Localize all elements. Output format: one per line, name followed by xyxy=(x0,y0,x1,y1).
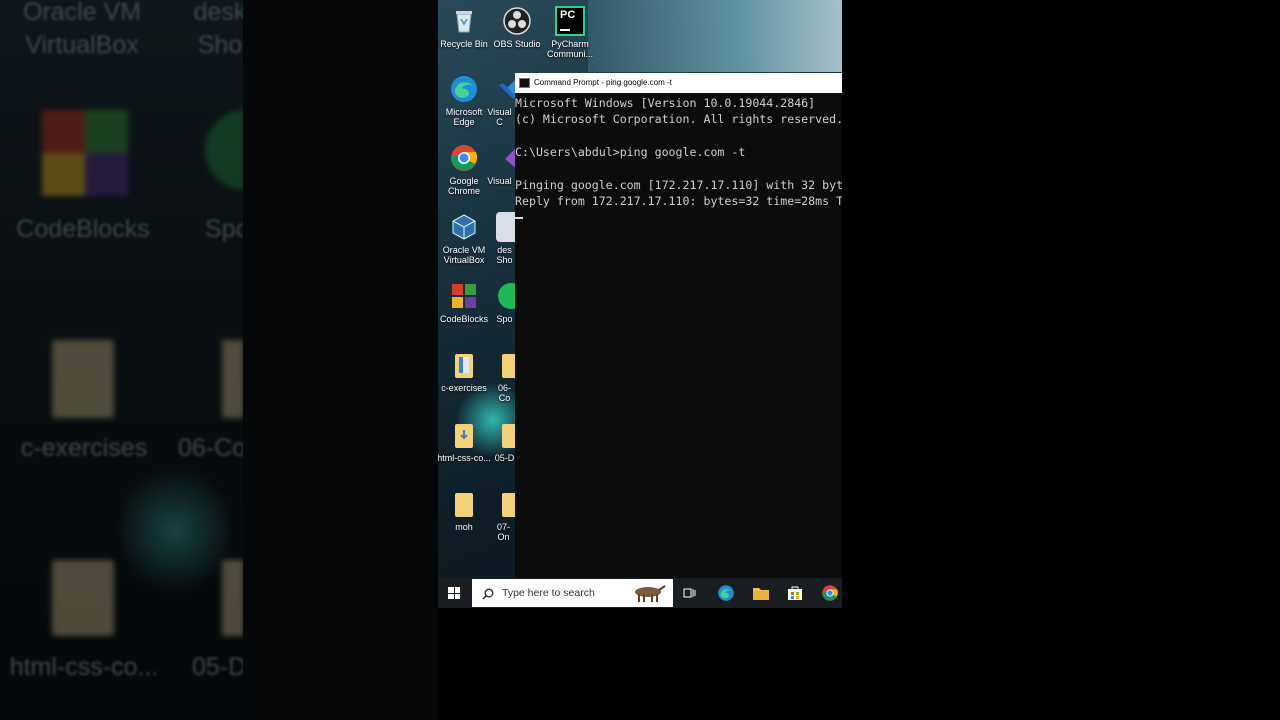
icon-label: Visual C xyxy=(487,107,512,127)
taskbar-file-explorer[interactable] xyxy=(750,582,772,604)
search-highlight-icon xyxy=(629,582,667,604)
taskbar-edge[interactable] xyxy=(715,582,737,604)
obs-studio-icon xyxy=(502,6,532,36)
icon-label: OBS Studio xyxy=(493,39,541,49)
codeblocks-icon xyxy=(449,281,479,311)
desktop-icon-desktop-shortcut[interactable]: des Sho xyxy=(484,212,515,265)
pycharm-icon: PC xyxy=(555,6,585,36)
cmd-app-icon xyxy=(519,77,530,88)
blurred-background-right xyxy=(842,0,1280,720)
search-input[interactable] xyxy=(502,587,632,599)
icon-label: 05-D xyxy=(494,453,515,463)
desktop-icon-visual-studio-code-1[interactable]: Visual C xyxy=(484,74,515,127)
icon-label: Recycle Bin xyxy=(440,39,488,49)
console-line: (c) Microsoft Corporation. All rights re… xyxy=(515,112,842,127)
pycharm-logo-text: PC xyxy=(560,9,576,21)
taskbar xyxy=(438,578,842,608)
vscode-icon xyxy=(496,74,515,104)
folder-icon xyxy=(753,588,769,600)
chrome-icon xyxy=(449,143,479,173)
icon-label: Visual xyxy=(487,176,512,186)
cmd-title-text: Command Prompt - ping google.com -t xyxy=(534,78,672,87)
folder-icon xyxy=(449,420,479,450)
icon-label: des Sho xyxy=(496,245,513,265)
edge-icon xyxy=(718,585,734,601)
console-line: Microsoft Windows [Version 10.0.19044.28… xyxy=(515,96,816,110)
folder-icon xyxy=(496,420,515,450)
start-button[interactable] xyxy=(438,578,470,608)
chrome-icon xyxy=(822,585,838,601)
icon-label: PyCharm Communi... xyxy=(546,39,593,59)
desktop-icon-06-folder[interactable]: 06-Co xyxy=(484,350,515,403)
blurred-background-left: Oracle VM VirtualBox desk Sho CodeBlocks… xyxy=(0,0,438,720)
folder-icon xyxy=(496,489,515,519)
folder-icon xyxy=(449,350,479,380)
console-line: Pinging google.com [172.217.17.110] with… xyxy=(515,178,842,193)
spotify-icon xyxy=(496,281,515,311)
recycle-bin-icon xyxy=(449,6,479,36)
desktop-icon-pycharm[interactable]: PC PyCharm Communi... xyxy=(543,6,597,59)
desktop-icon-recycle-bin[interactable]: Recycle Bin xyxy=(438,6,491,49)
edge-icon xyxy=(449,74,479,104)
cmd-title-bar[interactable]: Command Prompt - ping google.com -t xyxy=(515,73,842,93)
folder-icon xyxy=(496,350,515,380)
shortcut-icon xyxy=(496,212,515,242)
console-line: C:\Users\abdul>ping google.com -t xyxy=(515,145,746,160)
visual-studio-icon xyxy=(496,143,515,173)
desktop-screen: Recycle Bin OBS Studio PC PyCharm Commun… xyxy=(438,0,842,720)
text-cursor xyxy=(515,217,523,220)
desktop-icon-spotify[interactable]: Spo xyxy=(484,281,515,324)
command-prompt-window[interactable]: Command Prompt - ping google.com -t Micr… xyxy=(515,73,842,578)
taskbar-chrome[interactable] xyxy=(819,582,841,604)
virtualbox-icon xyxy=(449,212,479,242)
icon-label: Spo xyxy=(496,314,513,324)
console-line: Reply from 172.217.17.110: bytes=32 time… xyxy=(515,194,842,209)
windows-logo-icon xyxy=(448,587,460,599)
task-view-button[interactable] xyxy=(679,582,701,604)
icon-label: 06-Co xyxy=(497,383,511,403)
desktop-icon-05-folder[interactable]: 05-D xyxy=(484,420,515,463)
desktop-icon-07-folder[interactable]: 07-On xyxy=(484,489,515,542)
wallpaper-highlight xyxy=(588,0,842,72)
cmd-console-output[interactable]: Microsoft Windows [Version 10.0.19044.28… xyxy=(515,93,842,226)
store-icon xyxy=(788,586,802,600)
icon-label: 07-On xyxy=(496,522,510,542)
console-cursor-line xyxy=(515,210,842,226)
taskbar-search-box[interactable] xyxy=(472,579,673,607)
desktop-icon-visual-studio-code-2[interactable]: Visual xyxy=(484,143,515,186)
search-icon xyxy=(482,587,494,600)
desktop-icon-obs-studio[interactable]: OBS Studio xyxy=(490,6,544,49)
folder-icon xyxy=(449,489,479,519)
dark-strip xyxy=(243,0,438,720)
task-view-icon xyxy=(683,588,696,598)
taskbar-store[interactable] xyxy=(784,582,806,604)
